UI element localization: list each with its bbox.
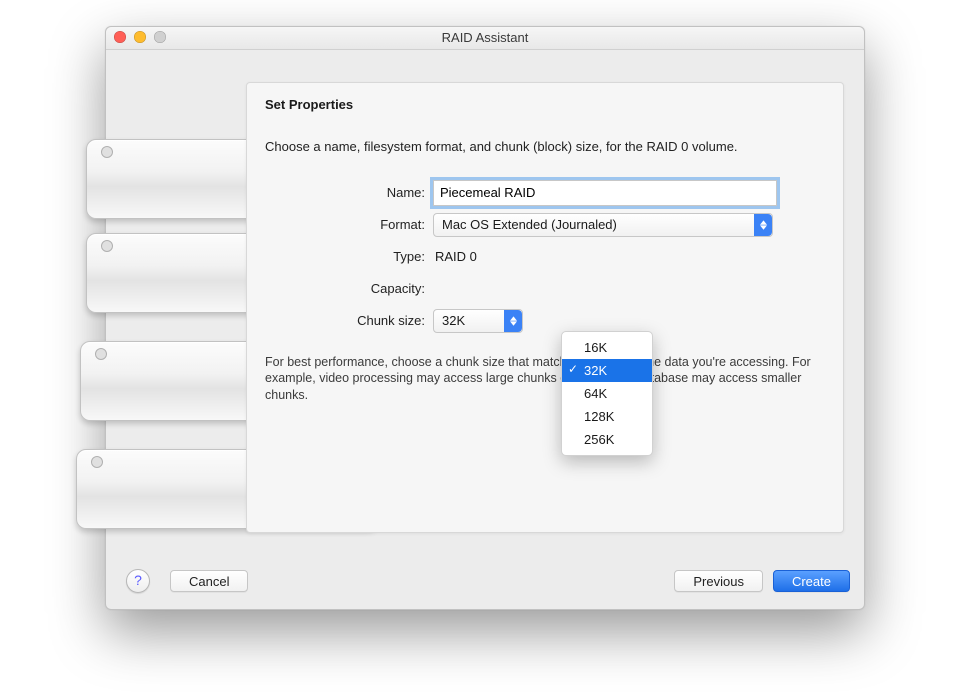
properties-panel: Set Properties Choose a name, filesystem… [246,82,844,533]
chunk-size-select[interactable]: 32K [433,309,523,333]
capacity-label: Capacity: [265,281,433,296]
format-select[interactable]: Mac OS Extended (Journaled) [433,213,773,237]
window-controls [114,31,166,43]
minimize-window-icon[interactable] [134,31,146,43]
chunk-size-option[interactable]: 256K [562,428,652,451]
close-window-icon[interactable] [114,31,126,43]
chunk-size-value: 32K [442,311,465,331]
panel-intro: Choose a name, filesystem format, and ch… [265,138,825,156]
chunk-size-option[interactable]: 32K [562,359,652,382]
create-button[interactable]: Create [773,570,850,592]
type-value: RAID 0 [433,249,825,264]
zoom-window-icon [154,31,166,43]
chevrons-icon [504,310,522,332]
chunk-size-option[interactable]: 128K [562,405,652,428]
panel-hint: For best performance, choose a chunk siz… [265,354,825,405]
chunk-size-option[interactable]: 16K [562,336,652,359]
name-label: Name: [265,185,433,200]
form: Name: Format: Mac OS Extended (Journaled… [265,180,825,334]
window-title: RAID Assistant [442,30,529,45]
chunk-size-menu: 16K32K64K128K256K [561,331,653,456]
window: RAID Assistant Set Properties Choose a n… [105,26,865,610]
cancel-button[interactable]: Cancel [170,570,248,592]
chunk-size-label: Chunk size: [265,313,433,328]
previous-button[interactable]: Previous [674,570,763,592]
format-value: Mac OS Extended (Journaled) [442,215,617,235]
chunk-size-option[interactable]: 64K [562,382,652,405]
type-label: Type: [265,249,433,264]
name-input[interactable] [433,180,777,206]
help-button[interactable]: ? [126,569,150,593]
format-label: Format: [265,217,433,232]
panel-heading: Set Properties [265,97,825,112]
button-bar: ? Cancel Previous Create [120,569,850,593]
chevrons-icon [754,214,772,236]
titlebar: RAID Assistant [106,27,864,50]
